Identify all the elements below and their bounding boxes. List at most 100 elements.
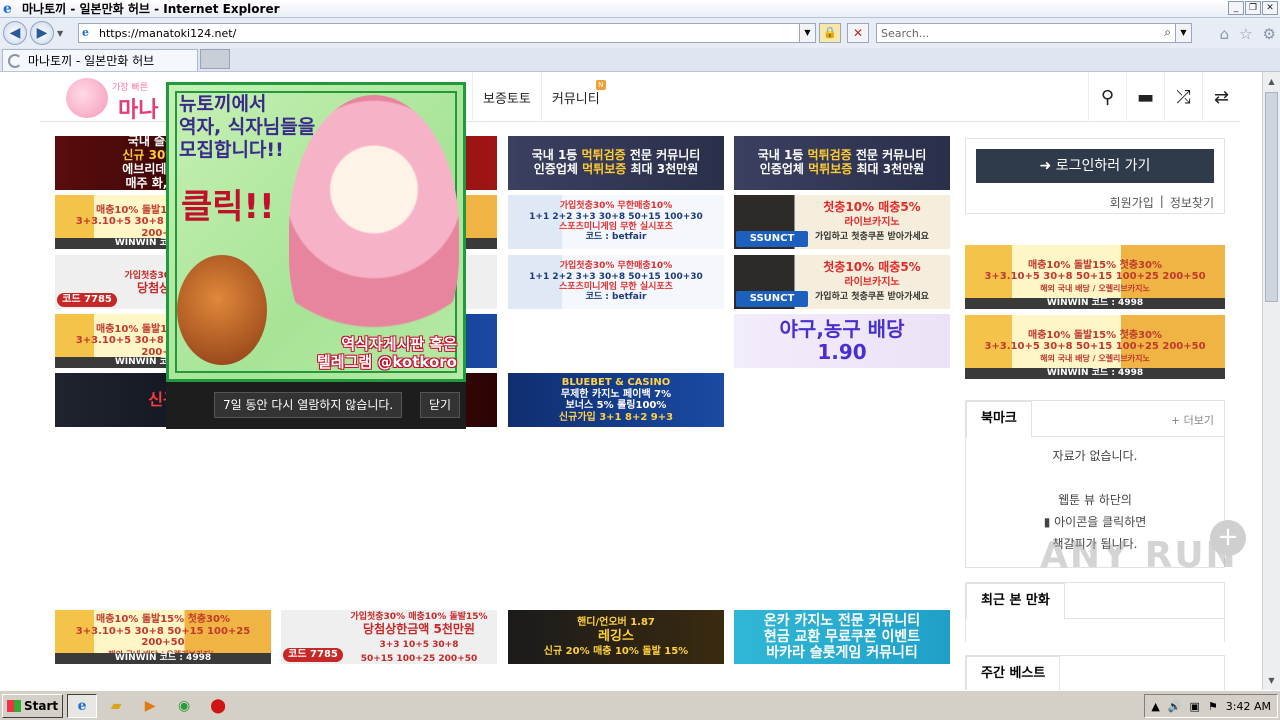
recent-header: 최근 본 만화 (966, 583, 1224, 620)
opera-taskbar-icon[interactable]: ⬤ (203, 694, 233, 718)
vertical-scrollbar[interactable]: ▲ ▼ (1262, 72, 1280, 690)
address-dropdown-icon[interactable]: ▼ (799, 24, 815, 42)
recruit-popup: 뉴토끼에서 역자, 식자님들을 모집합니다!! 클릭!! 역식자게시판 혹은 텔레그램… (166, 82, 466, 429)
system-tray: ▲ 🔊 ▣ ⚑ 3:42 AM (1144, 694, 1278, 718)
search-icon[interactable]: ⚲ (1088, 72, 1126, 122)
new-tab-button[interactable] (200, 49, 230, 69)
banner-leggings[interactable]: 핸디/언오버 1.87 레깅스 신규 20% 매충 10% 돌발 15% (508, 610, 724, 664)
banner-code: SSUNCT (736, 231, 808, 247)
nav-item-guarantee[interactable]: 보증토토 (472, 72, 541, 122)
banner-text: 1.90 (817, 340, 867, 364)
search-icon[interactable]: ⌕ (1164, 25, 1171, 40)
tray-arrow-icon[interactable]: ▲ (1151, 700, 1159, 713)
bookmark-title[interactable]: 북마크 (966, 401, 1032, 438)
minimize-icon[interactable]: _ (1228, 1, 1244, 15)
scroll-thumb[interactable] (1265, 92, 1278, 302)
ie-taskbar-icon[interactable]: e (67, 693, 98, 718)
banner-betfair[interactable]: 가입첫충30% 무한매충10% 1+1 2+2 3+3 30+8 50+15 10… (508, 255, 724, 309)
banner-text: 스포츠미니게임 무한 실시포츠 (559, 222, 673, 232)
banner-text: 현금 교환 무료쿠폰 이벤트 (763, 628, 921, 645)
swap-icon[interactable]: ⇄ (1202, 72, 1240, 122)
folder-glyph: ▰ (110, 697, 122, 714)
plus-icon[interactable]: + (1210, 520, 1246, 556)
clock[interactable]: 3:42 AM (1226, 700, 1271, 713)
search-field[interactable]: Search... ⌕ ▼ (876, 23, 1192, 43)
history-dropdown-icon[interactable]: ▼ (57, 29, 67, 38)
banner-onca[interactable]: 온카 카지노 전문 커뮤니티 현금 교환 무료쿠폰 이벤트 바카라 슬롯게임 커뮤니… (734, 610, 950, 664)
find-account-link[interactable]: 정보찾기 (1170, 194, 1214, 211)
search-placeholder: Search... (881, 26, 930, 40)
network-icon[interactable]: ▣ (1190, 700, 1200, 713)
banner-verify[interactable]: 국내 1등 먹튀검증 전문 커뮤니티 인증업체 먹튀보증 최대 3천만원 (508, 136, 724, 190)
login-button[interactable]: ➜ 로그인하러 가기 (976, 149, 1214, 183)
account-links: 회원가입 | 정보찾기 (1110, 194, 1214, 211)
settings-gear-icon[interactable]: ⚙ (1263, 25, 1276, 43)
favorites-star-icon[interactable]: ☆ (1239, 25, 1252, 43)
banner-text: 최대 3천만원 (852, 162, 925, 176)
scroll-down-icon[interactable]: ▼ (1264, 673, 1279, 688)
banner-text: 3+3 10+5 30+8 (379, 640, 459, 650)
banner-text: 50+15 100+25 200+50 (360, 653, 478, 664)
popup-close-button[interactable]: 닫기 (420, 392, 461, 418)
popup-text: 텔레그램 @kotkoro (316, 353, 457, 371)
ie-glyph: e (77, 697, 87, 714)
banner-bluebet[interactable]: BLUEBET & CASINO 무제한 카지노 페이백 7% 보너스 5% 롤링1… (508, 373, 724, 427)
taskbar: Start e ▰ ▶ ◉ ⬤ ▲ 🔊 ▣ ⚑ 3:42 AM (0, 690, 1280, 720)
search-dropdown-icon[interactable]: ▼ (1175, 24, 1191, 42)
start-button[interactable]: Start (2, 693, 64, 718)
stop-icon[interactable]: ✕ (847, 23, 869, 43)
banner-verify[interactable]: 국내 1등 먹튀검증 전문 커뮤니티 인증업체 먹튀보증 최대 3천만원 (734, 136, 950, 190)
mascot-icon (66, 78, 108, 118)
popup-text: 뉴토끼에서 (179, 93, 267, 115)
weekly-title[interactable]: 주간 베스트 (966, 656, 1061, 690)
bookmark-icon: ▮ (1043, 515, 1051, 529)
banner-betfair[interactable]: 가입첫충30% 무한매충10% 1+1 2+2 3+3 30+8 50+15 10… (508, 195, 724, 249)
restore-icon[interactable]: ❐ (1245, 1, 1261, 15)
shuffle-icon[interactable]: ⤮ (1164, 72, 1202, 122)
banner-text: 가입하고 첫충쿠폰 받아가세요 (815, 291, 929, 302)
more-link[interactable]: + 더보기 (1171, 412, 1214, 428)
banner-winwin[interactable]: 매충10% 돌발15% 첫충30% 3+3.10+5 30+8 50+15 100… (55, 610, 271, 664)
banner-text: 해외 국내 배당 / 오렐리브카지노 (1040, 283, 1150, 293)
banner-sports[interactable]: 야구,농구 배당 1.90 (734, 314, 950, 368)
banner-text: 3+3.10+5 30+8 50+15 100+25 200+50 (75, 625, 251, 649)
banner-casino[interactable]: 첫충10% 매충5% 라이브카지노 가입하고 첫충쿠폰 받아가세요 SSUNCT (734, 255, 950, 309)
popup-image[interactable]: 뉴토끼에서 역자, 식자님들을 모집합니다!! 클릭!! 역식자게시판 혹은 텔레그램… (166, 82, 466, 382)
back-icon[interactable]: ◀ (3, 21, 27, 45)
nav-item-community[interactable]: 커뮤니티 N (540, 72, 610, 122)
sidebar-banner-winwin[interactable]: 매충10% 돌발15% 첫충30% 3+3.10+5 30+8 50+15 100… (965, 245, 1225, 309)
window-title: 마나토끼 - 일본만화 허브 - Internet Explorer (22, 2, 280, 16)
close-window-icon[interactable]: ✕ (1262, 1, 1278, 15)
media-player-taskbar-icon[interactable]: ▶ (135, 694, 165, 718)
signup-link[interactable]: 회원가입 (1110, 194, 1154, 211)
banner-casino[interactable]: 첫충10% 매충5% 라이브카지노 가입하고 첫충쿠폰 받아가세요 SSUNCT (734, 195, 950, 249)
chrome-taskbar-icon[interactable]: ◉ (169, 694, 199, 718)
address-field[interactable]: e https://manatoki124.net/ ▼ (78, 23, 816, 43)
link-divider: | (1159, 194, 1164, 208)
home-icon[interactable]: ⌂ (1220, 25, 1230, 43)
dont-show-7days-button[interactable]: 7일 동안 다시 열람하지 않습니다. (214, 392, 403, 418)
recent-title[interactable]: 최근 본 만화 (966, 583, 1065, 620)
banner-text: 인증업체 (759, 162, 809, 176)
forward-icon[interactable]: ▶ (30, 21, 54, 45)
popup-headline: 뉴토끼에서 역자, 식자님들을 모집합니다!! (179, 93, 315, 161)
scroll-up-icon[interactable]: ▲ (1264, 74, 1279, 89)
banner-text: 국내 1등 (531, 148, 582, 163)
login-label: 로그인하러 가기 (1055, 158, 1151, 174)
banner-text: 신규 20% 매충 10% 돌발 15% (543, 646, 689, 658)
explorer-taskbar-icon[interactable]: ▰ (101, 694, 131, 718)
banner-text: 신규가입 3+1 8+2 9+3 (558, 411, 674, 423)
chrome-glyph: ◉ (178, 697, 191, 714)
sidebar-banner-winwin[interactable]: 매충10% 돌발15% 첫충30% 3+3.10+5 30+8 50+15 100… (965, 315, 1225, 379)
volume-icon[interactable]: 🔊 (1168, 700, 1182, 713)
popup-text: 모집합니다!! (179, 138, 284, 161)
folder-icon[interactable]: ▬ (1126, 72, 1164, 122)
banner-text: 매충10% 돌발15% 첫충30% (1028, 259, 1162, 271)
play-glyph: ▶ (144, 697, 156, 714)
action-center-icon[interactable]: ⚑ (1208, 700, 1218, 713)
banner-10[interactable]: 가입첫충30% 매충10% 돌발15% 당첨상한금액 5천만원 3+3 10+5 3… (281, 610, 497, 664)
banner-text: 3+3.10+5 30+8 50+15 100+25 200+50 (984, 341, 1206, 353)
lock-icon[interactable]: 🔒 (819, 23, 841, 43)
tab-active[interactable]: 마나토끼 - 일본만화 허브 (2, 49, 198, 71)
